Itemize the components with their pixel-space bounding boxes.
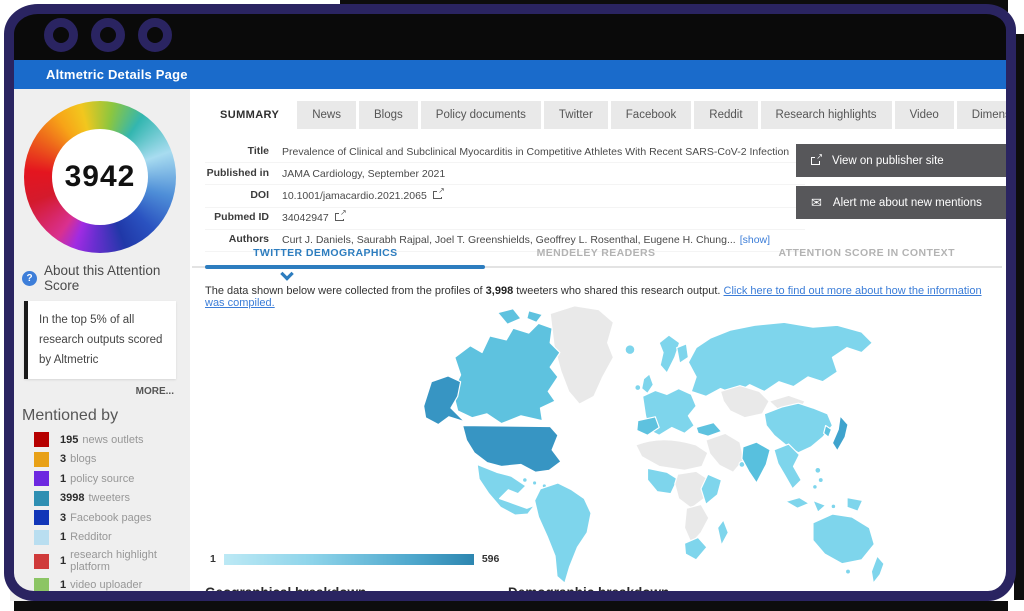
highlight-swatch-icon xyxy=(34,553,49,569)
external-link-icon xyxy=(811,151,823,165)
detail-row-published-in: Published in JAMA Cardiology, September … xyxy=(205,163,805,186)
frame-right-fill xyxy=(1014,34,1024,600)
map-mexico xyxy=(476,463,536,516)
alert-new-mentions-button[interactable]: Alert me about new mentions xyxy=(796,186,1012,219)
subtab-active-underline xyxy=(205,265,485,281)
tweeter-count: 3,998 xyxy=(485,285,514,297)
list-item[interactable]: 195 news outlets xyxy=(34,432,190,448)
blogs-swatch-icon xyxy=(34,451,49,467)
detail-row-pubmed: Pubmed ID 34042947 xyxy=(205,208,805,230)
geographical-breakdown-heading: Geographical breakdown xyxy=(205,585,367,600)
tab-twitter[interactable]: Twitter xyxy=(543,101,608,129)
map-south-america xyxy=(534,482,592,584)
list-item[interactable]: 1 research highlight platform xyxy=(34,549,190,573)
show-authors-link[interactable]: [show] xyxy=(740,234,770,246)
twitter-swatch-icon xyxy=(34,490,49,506)
subtab-bar: TWITTER DEMOGRAPHICS MENDELEY READERS AT… xyxy=(190,247,1002,259)
map-indonesia xyxy=(785,496,810,509)
pubmed-value[interactable]: 34042947 xyxy=(282,212,329,224)
map-india xyxy=(741,441,771,484)
window-button-icon[interactable] xyxy=(138,18,172,52)
attention-score: 3942 xyxy=(64,160,136,193)
mentioned-by-heading: Mentioned by xyxy=(22,407,119,425)
subtab-twitter-demographics[interactable]: TWITTER DEMOGRAPHICS xyxy=(190,247,461,259)
detail-row-title: Title Prevalence of Clinical and Subclin… xyxy=(205,141,805,164)
list-item[interactable]: 1 Redditor xyxy=(34,529,190,545)
map-new-zealand xyxy=(870,555,885,584)
window-button-icon[interactable] xyxy=(91,18,125,52)
video-swatch-icon xyxy=(34,577,49,593)
detail-row-doi: DOI 10.1001/jamacardio.2021.2065 xyxy=(205,185,805,208)
map-south-africa xyxy=(683,536,708,561)
tab-summary[interactable]: SUMMARY xyxy=(205,101,295,129)
map-greenland xyxy=(549,305,615,405)
legend-min: 1 xyxy=(210,553,216,565)
news-swatch-icon xyxy=(34,432,49,448)
main-panel: SUMMARY News Blogs Policy documents Twit… xyxy=(190,89,1012,601)
list-item[interactable]: 1 video uploader xyxy=(34,577,190,593)
map-png xyxy=(846,496,864,512)
list-item[interactable]: 1 policy source xyxy=(34,471,190,487)
map-color-legend: 1 596 xyxy=(210,553,499,565)
doi-value[interactable]: 10.1001/jamacardio.2021.2065 xyxy=(282,190,427,202)
external-link-icon[interactable] xyxy=(432,185,445,199)
facebook-swatch-icon xyxy=(34,510,49,526)
content-area: 3942 About this Attention Score In the t… xyxy=(10,89,1012,601)
about-label: About this Attention Score xyxy=(44,263,161,293)
page-title: Altmetric Details Page xyxy=(46,67,188,82)
tab-reddit[interactable]: Reddit xyxy=(694,101,758,129)
frame-top-fill xyxy=(340,0,1008,12)
world-map-choropleth[interactable] xyxy=(395,299,900,591)
map-madagascar xyxy=(716,519,729,546)
external-link-icon[interactable] xyxy=(334,208,347,222)
sidebar: 3942 About this Attention Score In the t… xyxy=(10,89,190,601)
policy-swatch-icon xyxy=(34,471,49,487)
tab-video[interactable]: Video xyxy=(894,101,954,129)
map-uk xyxy=(641,373,654,394)
envelope-icon xyxy=(811,195,822,211)
subtab-attention-score-context[interactable]: ATTENTION SCORE IN CONTEXT xyxy=(731,247,1002,259)
page-header: Altmetric Details Page xyxy=(10,60,1012,89)
map-scandinavia xyxy=(658,334,681,374)
more-link[interactable]: MORE... xyxy=(10,386,174,397)
list-item[interactable]: 3 Facebook pages xyxy=(34,510,190,526)
map-north-africa xyxy=(635,439,709,471)
demographic-breakdown-heading: Demographic breakdown xyxy=(508,585,670,600)
tab-research-highlights[interactable]: Research highlights xyxy=(760,101,892,129)
altmetric-details-page: Altmetric Details Page 3942 About this A… xyxy=(0,0,1024,611)
tab-policy-documents[interactable]: Policy documents xyxy=(420,101,541,129)
tab-news[interactable]: News xyxy=(297,101,356,129)
subtab-mendeley-readers[interactable]: MENDELEY READERS xyxy=(461,247,732,259)
tab-blogs[interactable]: Blogs xyxy=(359,101,418,129)
score-context-quote: In the top 5% of all research outputs sc… xyxy=(24,301,176,380)
map-regions[interactable] xyxy=(423,305,885,584)
world-map xyxy=(423,305,885,584)
list-item[interactable]: 3998 tweeters xyxy=(34,490,190,506)
legend-max: 596 xyxy=(481,553,500,565)
list-item[interactable]: 3 blogs xyxy=(34,451,190,467)
publication-details: Title Prevalence of Clinical and Subclin… xyxy=(205,141,805,252)
browser-chrome-bar xyxy=(10,10,1012,60)
map-australia xyxy=(812,513,875,565)
map-west-africa xyxy=(646,467,679,495)
window-button-icon[interactable] xyxy=(44,18,78,52)
subtab-notch-icon xyxy=(279,267,294,281)
legend-gradient-bar xyxy=(223,553,474,565)
view-on-publisher-button[interactable]: View on publisher site xyxy=(796,144,1012,177)
tab-facebook[interactable]: Facebook xyxy=(610,101,692,129)
altmetric-donut-badge[interactable]: 3942 xyxy=(24,101,176,253)
about-attention-score[interactable]: About this Attention Score xyxy=(22,263,180,293)
tab-bar: SUMMARY News Blogs Policy documents Twit… xyxy=(205,101,1012,129)
map-turkey xyxy=(695,422,723,437)
map-saudi xyxy=(705,432,745,473)
reddit-swatch-icon xyxy=(34,529,49,545)
map-japan xyxy=(831,415,849,452)
tab-dimensions-citations[interactable]: Dimensions citations xyxy=(956,101,1012,129)
help-icon xyxy=(22,270,37,286)
map-china xyxy=(763,402,834,454)
frame-bottom-fill xyxy=(14,601,1008,611)
map-russia xyxy=(687,321,873,397)
map-canada xyxy=(452,322,561,425)
